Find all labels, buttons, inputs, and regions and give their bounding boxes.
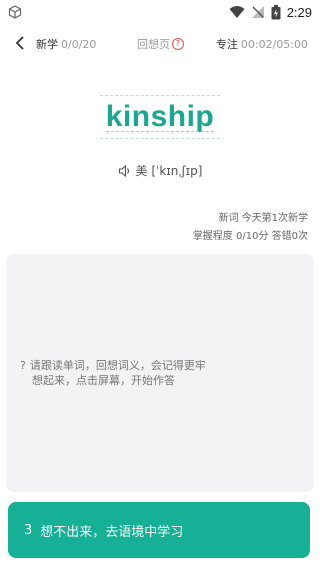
speaker-icon: [118, 164, 129, 177]
wifi-icon: [229, 6, 245, 18]
hint-page-link[interactable]: 回想页 ?: [137, 36, 184, 52]
mode-name: 新学: [36, 38, 58, 51]
word-area: kinship: [0, 95, 320, 139]
recall-card[interactable]: ? 请跟读单词，回想词义，会记得更牢 想起来，点击屏幕，开始作答: [6, 254, 314, 492]
instruction-line-2: 想起来，点击屏幕，开始作答: [32, 374, 175, 387]
status-time: 2:29: [286, 4, 312, 20]
pronunciation-button[interactable]: 美 [ˈkɪnˌʃɪp]: [0, 162, 320, 179]
question-mark: ?: [20, 359, 26, 372]
focus-timer: 专注 00:02/05:00: [216, 36, 308, 52]
cube-icon: [8, 5, 22, 19]
mastery-info: 掌握程度 0/10分 答错0次: [192, 231, 308, 242]
status-right: 2:29: [229, 3, 312, 21]
recall-instructions: ? 请跟读单词，回想词义，会记得更牢 想起来，点击屏幕，开始作答: [20, 358, 206, 388]
status-bar: 2:29: [0, 0, 320, 24]
action-number: 3: [24, 522, 33, 538]
word-info: 新词 今天第1次新学 掌握程度 0/10分 答错0次: [193, 210, 308, 246]
instruction-line-1: 请跟读单词，回想词义，会记得更牢: [29, 359, 206, 372]
action-label: 想不出来，去语境中学习: [40, 524, 184, 540]
no-signal-icon: [251, 6, 264, 18]
mode-label: 新学 0/0/20: [36, 36, 96, 52]
back-button[interactable]: [10, 33, 30, 53]
focus-time: 00:02/05:00: [240, 38, 308, 51]
phonetic-text: 美 [ˈkɪnˌʃɪp]: [135, 164, 203, 178]
help-icon[interactable]: ?: [172, 38, 184, 50]
new-word-info: 新词 今天第1次新学: [218, 213, 308, 224]
top-bar: 新学 0/0/20 回想页 ? 专注 00:02/05:00: [0, 28, 320, 58]
learn-in-context-button[interactable]: 3 想不出来，去语境中学习: [8, 502, 310, 558]
hint-page-label: 回想页: [137, 38, 170, 51]
word-text: kinship: [99, 95, 221, 139]
chevron-left-icon: [15, 36, 24, 50]
battery-icon: [271, 4, 281, 19]
focus-label: 专注: [215, 38, 238, 51]
mode-count: 0/0/20: [61, 38, 97, 51]
